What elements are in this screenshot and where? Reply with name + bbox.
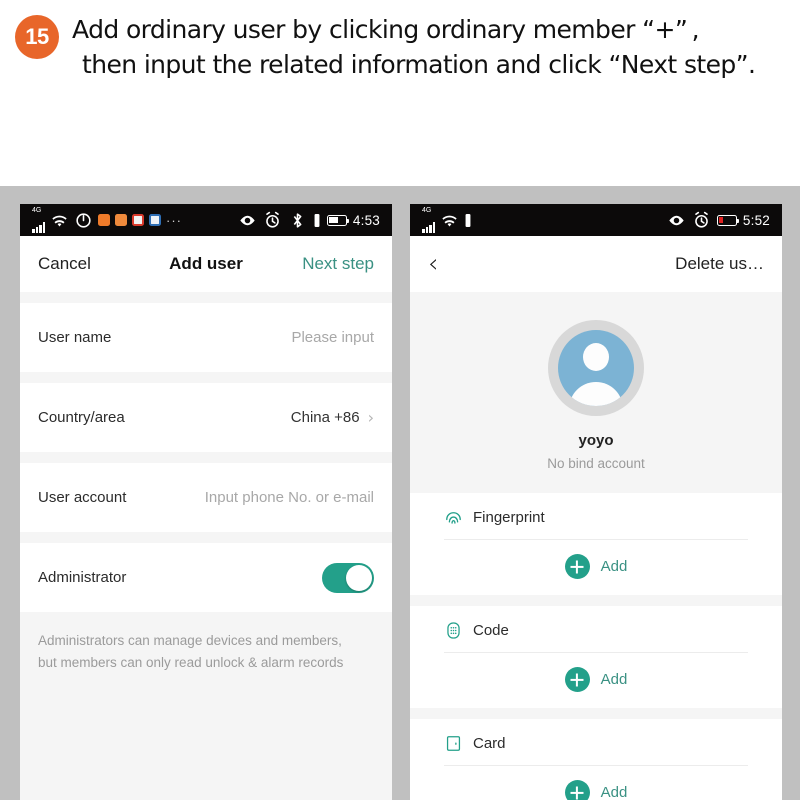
administrator-label: Administrator	[38, 569, 127, 586]
screenshots-stage: 4G ··· 4:53 Cancel Add user Next step Us…	[0, 186, 800, 800]
chevron-left-icon[interactable]: ‹	[428, 251, 438, 277]
vibrate-icon	[464, 213, 472, 227]
user-name-label: User name	[38, 329, 112, 346]
overflow-dots: ···	[166, 212, 182, 228]
step-number-badge: 15	[15, 15, 59, 59]
section-fingerprint-header: Fingerprint	[410, 493, 782, 539]
bluetooth-icon	[288, 211, 307, 230]
cancel-button[interactable]: Cancel	[38, 254, 91, 274]
status-bar-left: 4G ··· 4:53	[20, 204, 392, 236]
empty-area-left	[20, 674, 392, 800]
section-gap	[410, 595, 782, 606]
user-avatar-icon	[558, 330, 634, 406]
row-administrator[interactable]: Administrator	[20, 543, 392, 612]
add-card-button[interactable]: Add	[410, 766, 782, 800]
section-card: Card Add	[410, 719, 782, 800]
wifi-icon	[50, 211, 69, 230]
next-step-button[interactable]: Next step	[302, 254, 374, 274]
fingerprint-icon	[444, 508, 463, 527]
chevron-right-icon: ›	[367, 408, 374, 427]
caption-text: Add ordinary user by clicking ordinary m…	[72, 12, 794, 82]
caption-line-1: Add ordinary user by clicking ordinary m…	[72, 15, 700, 44]
form-gap	[20, 372, 392, 383]
instruction-caption: 15 Add ordinary user by clicking ordinar…	[0, 0, 800, 186]
add-card-label: Add	[600, 784, 628, 800]
screenshot-root: 15 Add ordinary user by clicking ordinar…	[0, 0, 800, 800]
signal-icon: 4G	[32, 207, 45, 233]
app-icon-blue	[149, 214, 161, 226]
section-code: Code Add	[410, 606, 782, 708]
user-name: yoyo	[578, 432, 614, 449]
section-gap	[410, 708, 782, 719]
status-bar-right-icons: 4:53	[238, 204, 380, 236]
avatar-body	[569, 382, 623, 406]
status-bar-right: 4G 5:52	[410, 204, 782, 236]
alarm-icon	[263, 211, 282, 230]
battery-icon	[326, 214, 350, 226]
user-account-label: User account	[38, 489, 127, 506]
status-time-left: 4:53	[352, 212, 380, 228]
status-time-right: 5:52	[742, 212, 770, 228]
plus-icon	[564, 554, 590, 579]
status-bar-right-right-icons: 5:52	[667, 204, 770, 236]
phone-screen-add-user: 4G ··· 4:53 Cancel Add user Next step Us…	[20, 204, 392, 800]
add-code-button[interactable]: Add	[410, 653, 782, 708]
plus-icon	[564, 780, 590, 800]
section-card-header: Card	[410, 719, 782, 765]
eye-icon	[238, 211, 257, 230]
form-gap	[20, 452, 392, 463]
wifi-icon	[440, 211, 459, 230]
user-account-input[interactable]: Input phone No. or e-mail	[205, 489, 374, 506]
delete-user-button[interactable]: Delete us…	[675, 254, 764, 274]
avatar	[548, 320, 644, 416]
card-icon	[444, 734, 463, 753]
phone-screen-user-detail: 4G 5:52 ‹ Delete us… yoyo No bind accoun…	[410, 204, 782, 800]
network-label: 4G	[32, 207, 42, 214]
row-country-area[interactable]: Country/area China +86 ›	[20, 383, 392, 452]
add-code-label: Add	[600, 671, 628, 688]
section-fingerprint-title: Fingerprint	[473, 509, 545, 526]
section-code-title: Code	[473, 622, 509, 639]
battery-icon	[716, 214, 740, 226]
app-icon-orange-2	[115, 214, 127, 226]
country-area-label: Country/area	[38, 409, 125, 426]
helper-line-1: Administrators can manage devices and me…	[38, 633, 342, 648]
section-code-header: Code	[410, 606, 782, 652]
section-card-title: Card	[473, 735, 506, 752]
status-bar-left-icons: 4G ···	[32, 207, 182, 233]
row-user-name[interactable]: User name Please input	[20, 303, 392, 372]
status-bar-right-left-icons: 4G	[422, 207, 472, 233]
vibrate-icon	[313, 213, 321, 227]
avatar-head	[583, 343, 609, 371]
form-gap	[20, 532, 392, 543]
user-name-input[interactable]: Please input	[291, 329, 374, 346]
caption-line-2: then input the related information and c…	[82, 50, 756, 79]
country-area-text: China +86	[290, 409, 360, 426]
user-profile-header: yoyo No bind account	[410, 292, 782, 493]
navbar-user-detail: ‹ Delete us…	[410, 236, 782, 292]
sync-icon	[74, 211, 93, 230]
keypad-code-icon	[444, 621, 463, 640]
administrator-toggle[interactable]	[322, 562, 374, 593]
app-icon-red	[132, 214, 144, 226]
alarm-icon	[692, 211, 711, 230]
administrator-helper-text: Administrators can manage devices and me…	[20, 612, 392, 674]
app-icon-orange	[98, 214, 110, 226]
add-fingerprint-label: Add	[600, 558, 628, 575]
section-fingerprint: Fingerprint Add	[410, 493, 782, 595]
eye-icon	[667, 211, 686, 230]
plus-icon	[564, 667, 590, 692]
form-gap	[20, 292, 392, 303]
add-fingerprint-button[interactable]: Add	[410, 540, 782, 595]
bind-account-status: No bind account	[547, 456, 645, 471]
country-area-value[interactable]: China +86 ›	[291, 408, 374, 427]
signal-icon: 4G	[422, 207, 435, 233]
network-label: 4G	[422, 207, 432, 214]
helper-line-2: but members can only read unlock & alarm…	[38, 655, 344, 670]
navbar-add-user: Cancel Add user Next step	[20, 236, 392, 292]
row-user-account[interactable]: User account Input phone No. or e-mail	[20, 463, 392, 532]
